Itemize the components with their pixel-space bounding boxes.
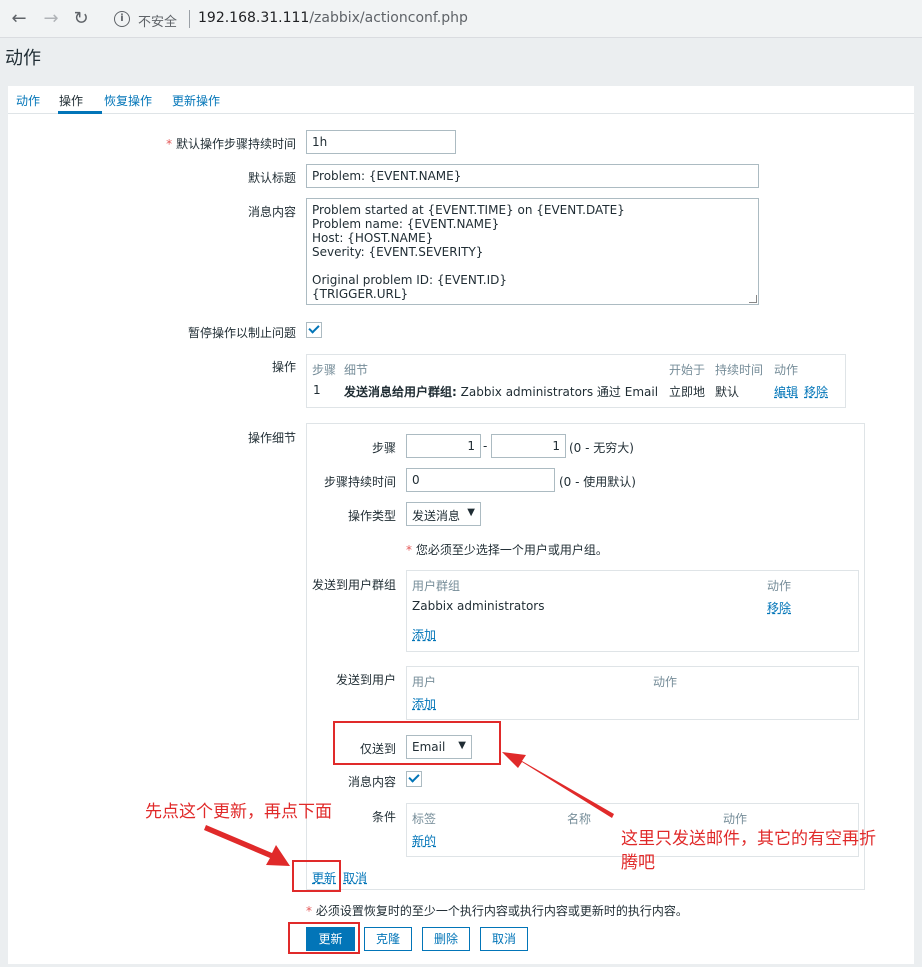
annotation-arrows: [204, 752, 614, 866]
arrow-to-send-only-to-icon: [502, 752, 614, 818]
arrow-to-update-link-icon: [204, 825, 290, 866]
